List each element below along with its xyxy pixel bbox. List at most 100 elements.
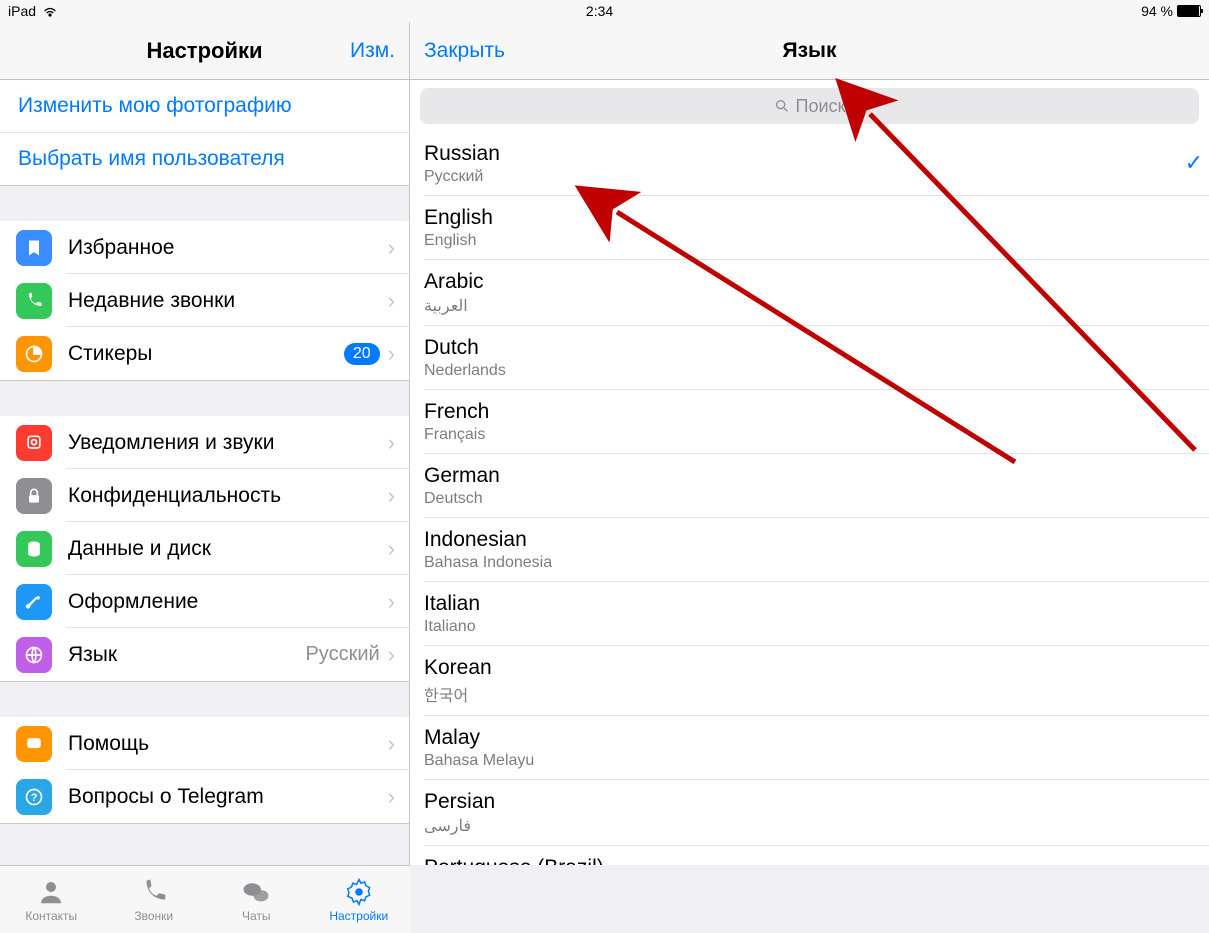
settings-row-bookmark[interactable]: Избранное›: [0, 221, 409, 274]
language-row-dutch[interactable]: DutchNederlands: [410, 326, 1209, 390]
row-value: Русский: [305, 643, 379, 666]
data-icon: [16, 531, 52, 567]
tab-label: Контакты: [25, 909, 77, 923]
tab-settings[interactable]: Настройки: [308, 866, 411, 933]
language-native: Русский: [424, 168, 1195, 186]
language-name: Malay: [424, 726, 1195, 750]
language-name: Italian: [424, 592, 1195, 616]
row-label: Недавние звонки: [68, 289, 388, 313]
edit-button[interactable]: Изм.: [350, 39, 395, 63]
row-label: Язык: [68, 643, 305, 667]
language-native: Bahasa Melayu: [424, 752, 1195, 770]
language-name: Korean: [424, 656, 1195, 680]
language-native: Italiano: [424, 618, 1195, 636]
language-native: 한국어: [424, 682, 1195, 706]
language-row-portuguese-brazil-[interactable]: Portuguese (Brazil): [410, 846, 1209, 865]
row-label: Уведомления и звуки: [68, 431, 388, 455]
settings-row-globe[interactable]: ЯзыкРусский ›: [0, 628, 409, 681]
search-wrap: Поиск: [410, 80, 1209, 132]
settings-row-phone[interactable]: Недавние звонки›: [0, 274, 409, 327]
row-label: Вопросы о Telegram: [68, 785, 388, 809]
language-name: French: [424, 400, 1195, 424]
language-native: English: [424, 232, 1195, 250]
language-list: RussianРусский✓EnglishEnglishArabicالعرب…: [410, 132, 1209, 865]
tab-contacts[interactable]: Контакты: [0, 866, 103, 933]
row-label: Конфиденциальность: [68, 484, 388, 508]
sticker-icon: [16, 336, 52, 372]
language-row-russian[interactable]: RussianРусский✓: [410, 132, 1209, 196]
settings-row-chat[interactable]: Помощь›: [0, 717, 409, 770]
chevron-right-icon: ›: [388, 430, 395, 456]
tab-bar: Контакты Звонки Чаты Настройки: [0, 865, 410, 933]
language-title: Язык: [783, 39, 837, 63]
search-icon: [774, 98, 790, 114]
language-row-french[interactable]: French Français: [410, 390, 1209, 454]
language-native: العربية: [424, 296, 1195, 316]
brush-icon: [16, 584, 52, 620]
chevron-right-icon: ›: [388, 235, 395, 261]
tab-calls[interactable]: Звонки: [103, 866, 206, 933]
language-name: Portuguese (Brazil): [424, 856, 1195, 865]
chevron-right-icon: ›: [388, 784, 395, 810]
language-row-arabic[interactable]: Arabicالعربية: [410, 260, 1209, 326]
language-header: Закрыть Язык: [410, 22, 1209, 80]
close-button[interactable]: Закрыть: [424, 39, 505, 63]
language-panel: Закрыть Язык Поиск RussianРусский✓Englis…: [410, 22, 1209, 865]
settings-row-question[interactable]: ? Вопросы о Telegram›: [0, 770, 409, 823]
globe-icon: [16, 637, 52, 673]
language-native: Deutsch: [424, 490, 1195, 508]
device-label: iPad: [8, 3, 36, 19]
language-name: Dutch: [424, 336, 1195, 360]
language-name: Arabic: [424, 270, 1195, 294]
svg-text:?: ?: [31, 792, 38, 804]
search-input[interactable]: Поиск: [420, 88, 1199, 124]
language-name: Russian: [424, 142, 1195, 166]
settings-row-bell[interactable]: Уведомления и звуки›: [0, 416, 409, 469]
tab-label: Звонки: [134, 909, 173, 923]
language-row-persian[interactable]: Persianفارسی: [410, 780, 1209, 846]
chevron-right-icon: ›: [388, 341, 395, 367]
settings-title: Настройки: [146, 38, 262, 64]
row-label: Помощь: [68, 732, 388, 756]
wifi-icon: [42, 3, 58, 19]
settings-row-data[interactable]: Данные и диск›: [0, 522, 409, 575]
language-native: Bahasa Indonesia: [424, 554, 1195, 572]
question-icon: ?: [16, 779, 52, 815]
settings-panel: Настройки Изм. Изменить мою фотографию В…: [0, 22, 410, 865]
battery-pct: 94 %: [1141, 3, 1173, 19]
row-label: Данные и диск: [68, 537, 388, 561]
tab-chats[interactable]: Чаты: [205, 866, 308, 933]
chat-icon: [16, 726, 52, 762]
settings-row-sticker[interactable]: Стикеры20›: [0, 327, 409, 380]
settings-row-brush[interactable]: Оформление›: [0, 575, 409, 628]
settings-group-3: Помощь›? Вопросы о Telegram›: [0, 717, 409, 824]
change-photo-link[interactable]: Изменить мою фотографию: [0, 80, 409, 133]
settings-header: Настройки Изм.: [0, 22, 409, 80]
language-row-english[interactable]: English English: [410, 196, 1209, 260]
choose-username-link[interactable]: Выбрать имя пользователя: [0, 133, 409, 185]
badge: 20: [344, 343, 380, 365]
settings-row-lock[interactable]: Конфиденциальность›: [0, 469, 409, 522]
row-label: Оформление: [68, 590, 388, 614]
language-native: Français: [424, 426, 1195, 444]
language-row-malay[interactable]: Malay Bahasa Melayu: [410, 716, 1209, 780]
clock: 2:34: [586, 3, 613, 19]
language-row-italian[interactable]: Italian Italiano: [410, 582, 1209, 646]
tab-label: Настройки: [329, 909, 388, 923]
chevron-right-icon: ›: [388, 642, 395, 668]
language-name: German: [424, 464, 1195, 488]
bell-icon: [16, 425, 52, 461]
language-row-korean[interactable]: Korean한국어: [410, 646, 1209, 716]
phone-icon: [16, 283, 52, 319]
search-placeholder: Поиск: [796, 96, 846, 117]
language-row-indonesian[interactable]: IndonesianBahasa Indonesia: [410, 518, 1209, 582]
language-name: Persian: [424, 790, 1195, 814]
chevron-right-icon: ›: [388, 483, 395, 509]
settings-group-2: Уведомления и звуки›Конфиденциальность›Д…: [0, 416, 409, 682]
language-name: English: [424, 206, 1195, 230]
battery-indicator: 94 %: [1141, 3, 1201, 19]
lock-icon: [16, 478, 52, 514]
chevron-right-icon: ›: [388, 589, 395, 615]
language-row-german[interactable]: German Deutsch: [410, 454, 1209, 518]
chevron-right-icon: ›: [388, 288, 395, 314]
